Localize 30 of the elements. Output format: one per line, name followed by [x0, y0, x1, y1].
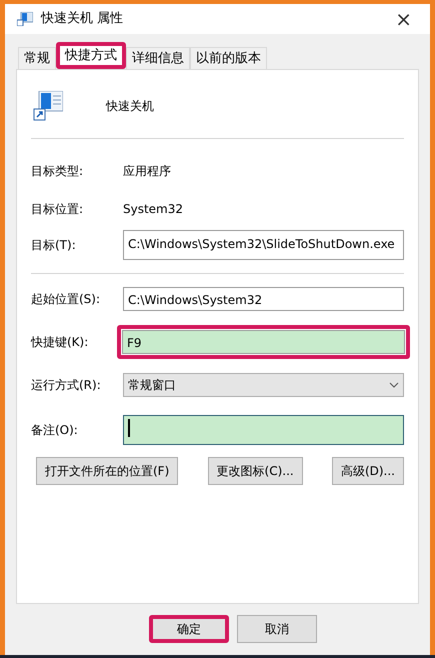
app-name: 快速关机 [106, 98, 154, 115]
comment-field[interactable] [123, 415, 404, 445]
info-label: 目标类型: [31, 163, 84, 180]
tab[interactable]: 以前的版本 [190, 47, 267, 69]
action-button[interactable]: 打开文件所在的位置(F) [36, 457, 178, 485]
text-cursor-icon [128, 419, 130, 437]
field-label: 运行方式(R): [31, 377, 102, 394]
info-value: System32 [123, 201, 184, 218]
tab[interactable]: 详细信息 [126, 47, 190, 69]
info-label: 目标位置: [31, 201, 84, 218]
run-mode-select[interactable]: 常规窗口 [123, 373, 404, 397]
close-button[interactable]: × [389, 9, 418, 29]
field-label: 目标(T): [31, 237, 77, 254]
window-title: 快速关机 属性 [41, 10, 124, 28]
tab[interactable]: 快捷方式 [56, 42, 126, 69]
info-value: 应用程序 [123, 163, 171, 180]
hotkey-field[interactable]: F9 [122, 330, 405, 354]
input-field[interactable]: C:\Windows\System32\SlideToShutDown.exe [123, 230, 404, 260]
action-button[interactable]: 高级(D)... [332, 457, 404, 485]
dialog-button[interactable]: 取消 [237, 615, 317, 643]
chevron-down-icon [389, 382, 399, 388]
tab[interactable]: 常规 [18, 47, 56, 69]
dialog-button[interactable]: 确定 [149, 615, 229, 643]
shortcut-app-icon [17, 12, 33, 26]
field-label: 备注(O): [31, 422, 79, 439]
shortcut-app-icon [31, 91, 63, 121]
action-button[interactable]: 更改图标(C)... [208, 457, 303, 485]
input-field[interactable]: C:\Windows\System32 [123, 287, 404, 311]
field-label: 起始位置(S): [31, 291, 102, 308]
field-label: 快捷键(K): [31, 334, 90, 351]
